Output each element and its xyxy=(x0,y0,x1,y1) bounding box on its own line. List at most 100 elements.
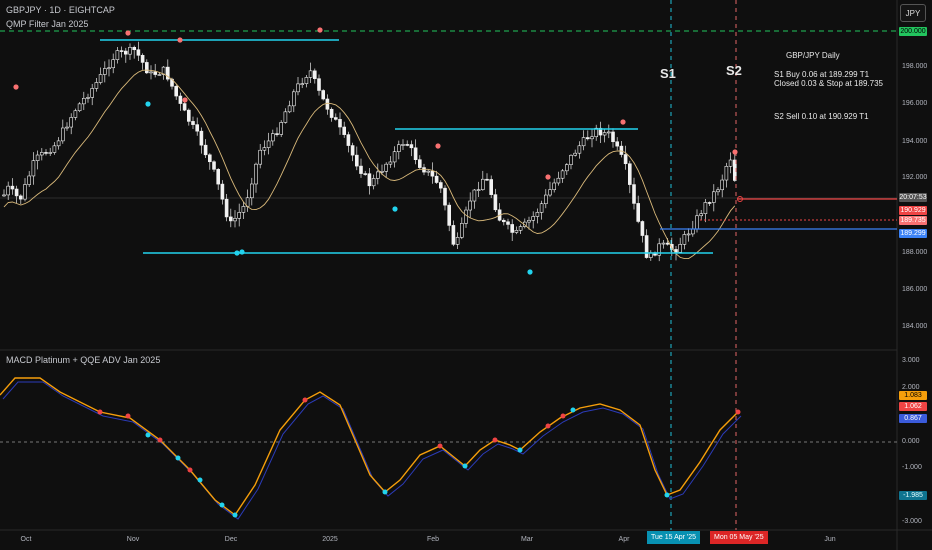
candle-body xyxy=(602,132,607,136)
candle-body xyxy=(627,163,632,185)
candle-body xyxy=(422,167,426,173)
candle-body xyxy=(103,68,107,75)
candle-body xyxy=(77,103,82,112)
sell-signal-dot xyxy=(732,149,738,155)
macd-red-dot xyxy=(97,409,103,415)
candle-body xyxy=(720,179,725,191)
candle-body xyxy=(485,178,489,181)
candle-body xyxy=(459,223,464,238)
candle-body xyxy=(119,50,124,52)
macd-red-dot xyxy=(437,443,443,449)
candle-body xyxy=(266,140,271,148)
candle-body xyxy=(82,97,86,105)
candle-body xyxy=(224,198,229,218)
macd-cyan-dot xyxy=(145,432,151,438)
candle-body xyxy=(590,136,594,140)
candle-body xyxy=(132,47,136,51)
candle-body xyxy=(250,183,254,199)
candle-body xyxy=(531,216,536,221)
candle-body xyxy=(237,212,241,219)
candle-body xyxy=(107,67,111,70)
indicator-label[interactable]: QMP Filter Jan 2025 xyxy=(6,19,88,29)
sell-signal-dot xyxy=(317,27,323,33)
candle-body xyxy=(699,213,704,217)
macd-cyan-dot xyxy=(517,447,523,453)
candle-body xyxy=(405,144,410,146)
candle-body xyxy=(430,170,435,177)
time-label: 2025 xyxy=(322,536,338,543)
candle-body xyxy=(539,203,544,213)
candle-body xyxy=(447,204,452,226)
s2-marker-label: S2 xyxy=(726,63,742,78)
candle-body xyxy=(409,144,414,149)
s1-marker-label: S1 xyxy=(660,66,676,81)
candle-body xyxy=(350,145,355,156)
candle-body xyxy=(191,121,195,125)
time-label: Dec xyxy=(224,536,238,543)
candle-body xyxy=(136,49,141,56)
candle-body xyxy=(304,77,309,84)
sell-signal-dot xyxy=(435,143,441,149)
candle-body xyxy=(145,62,149,74)
candle-body xyxy=(707,202,712,204)
candle-body xyxy=(69,117,73,128)
candle-body xyxy=(279,122,284,135)
candle-body xyxy=(443,187,447,206)
candle-body xyxy=(157,74,162,76)
candle-body xyxy=(518,226,523,231)
candle-body xyxy=(728,159,733,167)
macd-badge-d: -1.985 xyxy=(899,491,927,500)
candle-body xyxy=(60,127,65,142)
candle-body xyxy=(2,194,6,197)
time-label: Feb xyxy=(426,536,440,543)
candle-body xyxy=(270,133,275,142)
candle-body xyxy=(560,170,565,179)
candle-body xyxy=(308,70,313,78)
candle-body xyxy=(695,215,699,230)
candle-body xyxy=(661,242,666,245)
currency-button[interactable]: JPY xyxy=(900,4,926,22)
macd-red-dot xyxy=(302,397,308,403)
symbol-header[interactable]: GBPJPY · 1D · EIGHTCAP xyxy=(6,5,115,15)
candle-body xyxy=(392,151,397,163)
candle-body xyxy=(342,126,347,135)
candle-body xyxy=(10,185,15,190)
candle-body xyxy=(480,178,485,190)
candle-body xyxy=(291,91,296,107)
price-tick: 188.000 xyxy=(902,249,928,256)
buy-signal-dot xyxy=(527,269,533,275)
candle-body xyxy=(640,221,645,236)
candle-body xyxy=(354,154,359,167)
candle-body xyxy=(275,133,279,135)
candle-body xyxy=(476,189,481,191)
candle-body xyxy=(333,117,338,120)
sell-signal-dot xyxy=(13,84,19,90)
candle-body xyxy=(606,131,611,134)
candle-body xyxy=(90,88,94,98)
candle-body xyxy=(401,144,405,146)
macd-cyan-dot xyxy=(382,489,388,495)
candle-body xyxy=(464,209,468,224)
time-label: Mar xyxy=(520,536,534,543)
candle-body xyxy=(229,216,233,222)
candle-body xyxy=(363,173,368,175)
macd-red-dot xyxy=(492,437,498,443)
candle-body xyxy=(716,189,720,193)
candle-body xyxy=(468,200,473,211)
candle-body xyxy=(124,50,128,55)
time-label: Jun xyxy=(824,536,836,543)
candle-body xyxy=(426,170,431,173)
candle-body xyxy=(380,171,384,173)
candle-body xyxy=(417,159,422,168)
candle-body xyxy=(552,182,557,190)
macd-badge-c: 0.867 xyxy=(899,414,927,423)
candle-body xyxy=(35,154,40,161)
price-tick: 186.000 xyxy=(902,286,928,293)
macd-indicator-label[interactable]: MACD Platinum + QQE ADV Jan 2025 xyxy=(6,355,160,365)
candle-body xyxy=(611,131,615,143)
candle-body xyxy=(65,126,69,129)
buy-signal-dot xyxy=(239,249,245,255)
price-tick: 194.000 xyxy=(902,138,928,145)
macd-red-dot xyxy=(157,437,163,443)
candle-body xyxy=(115,50,120,60)
